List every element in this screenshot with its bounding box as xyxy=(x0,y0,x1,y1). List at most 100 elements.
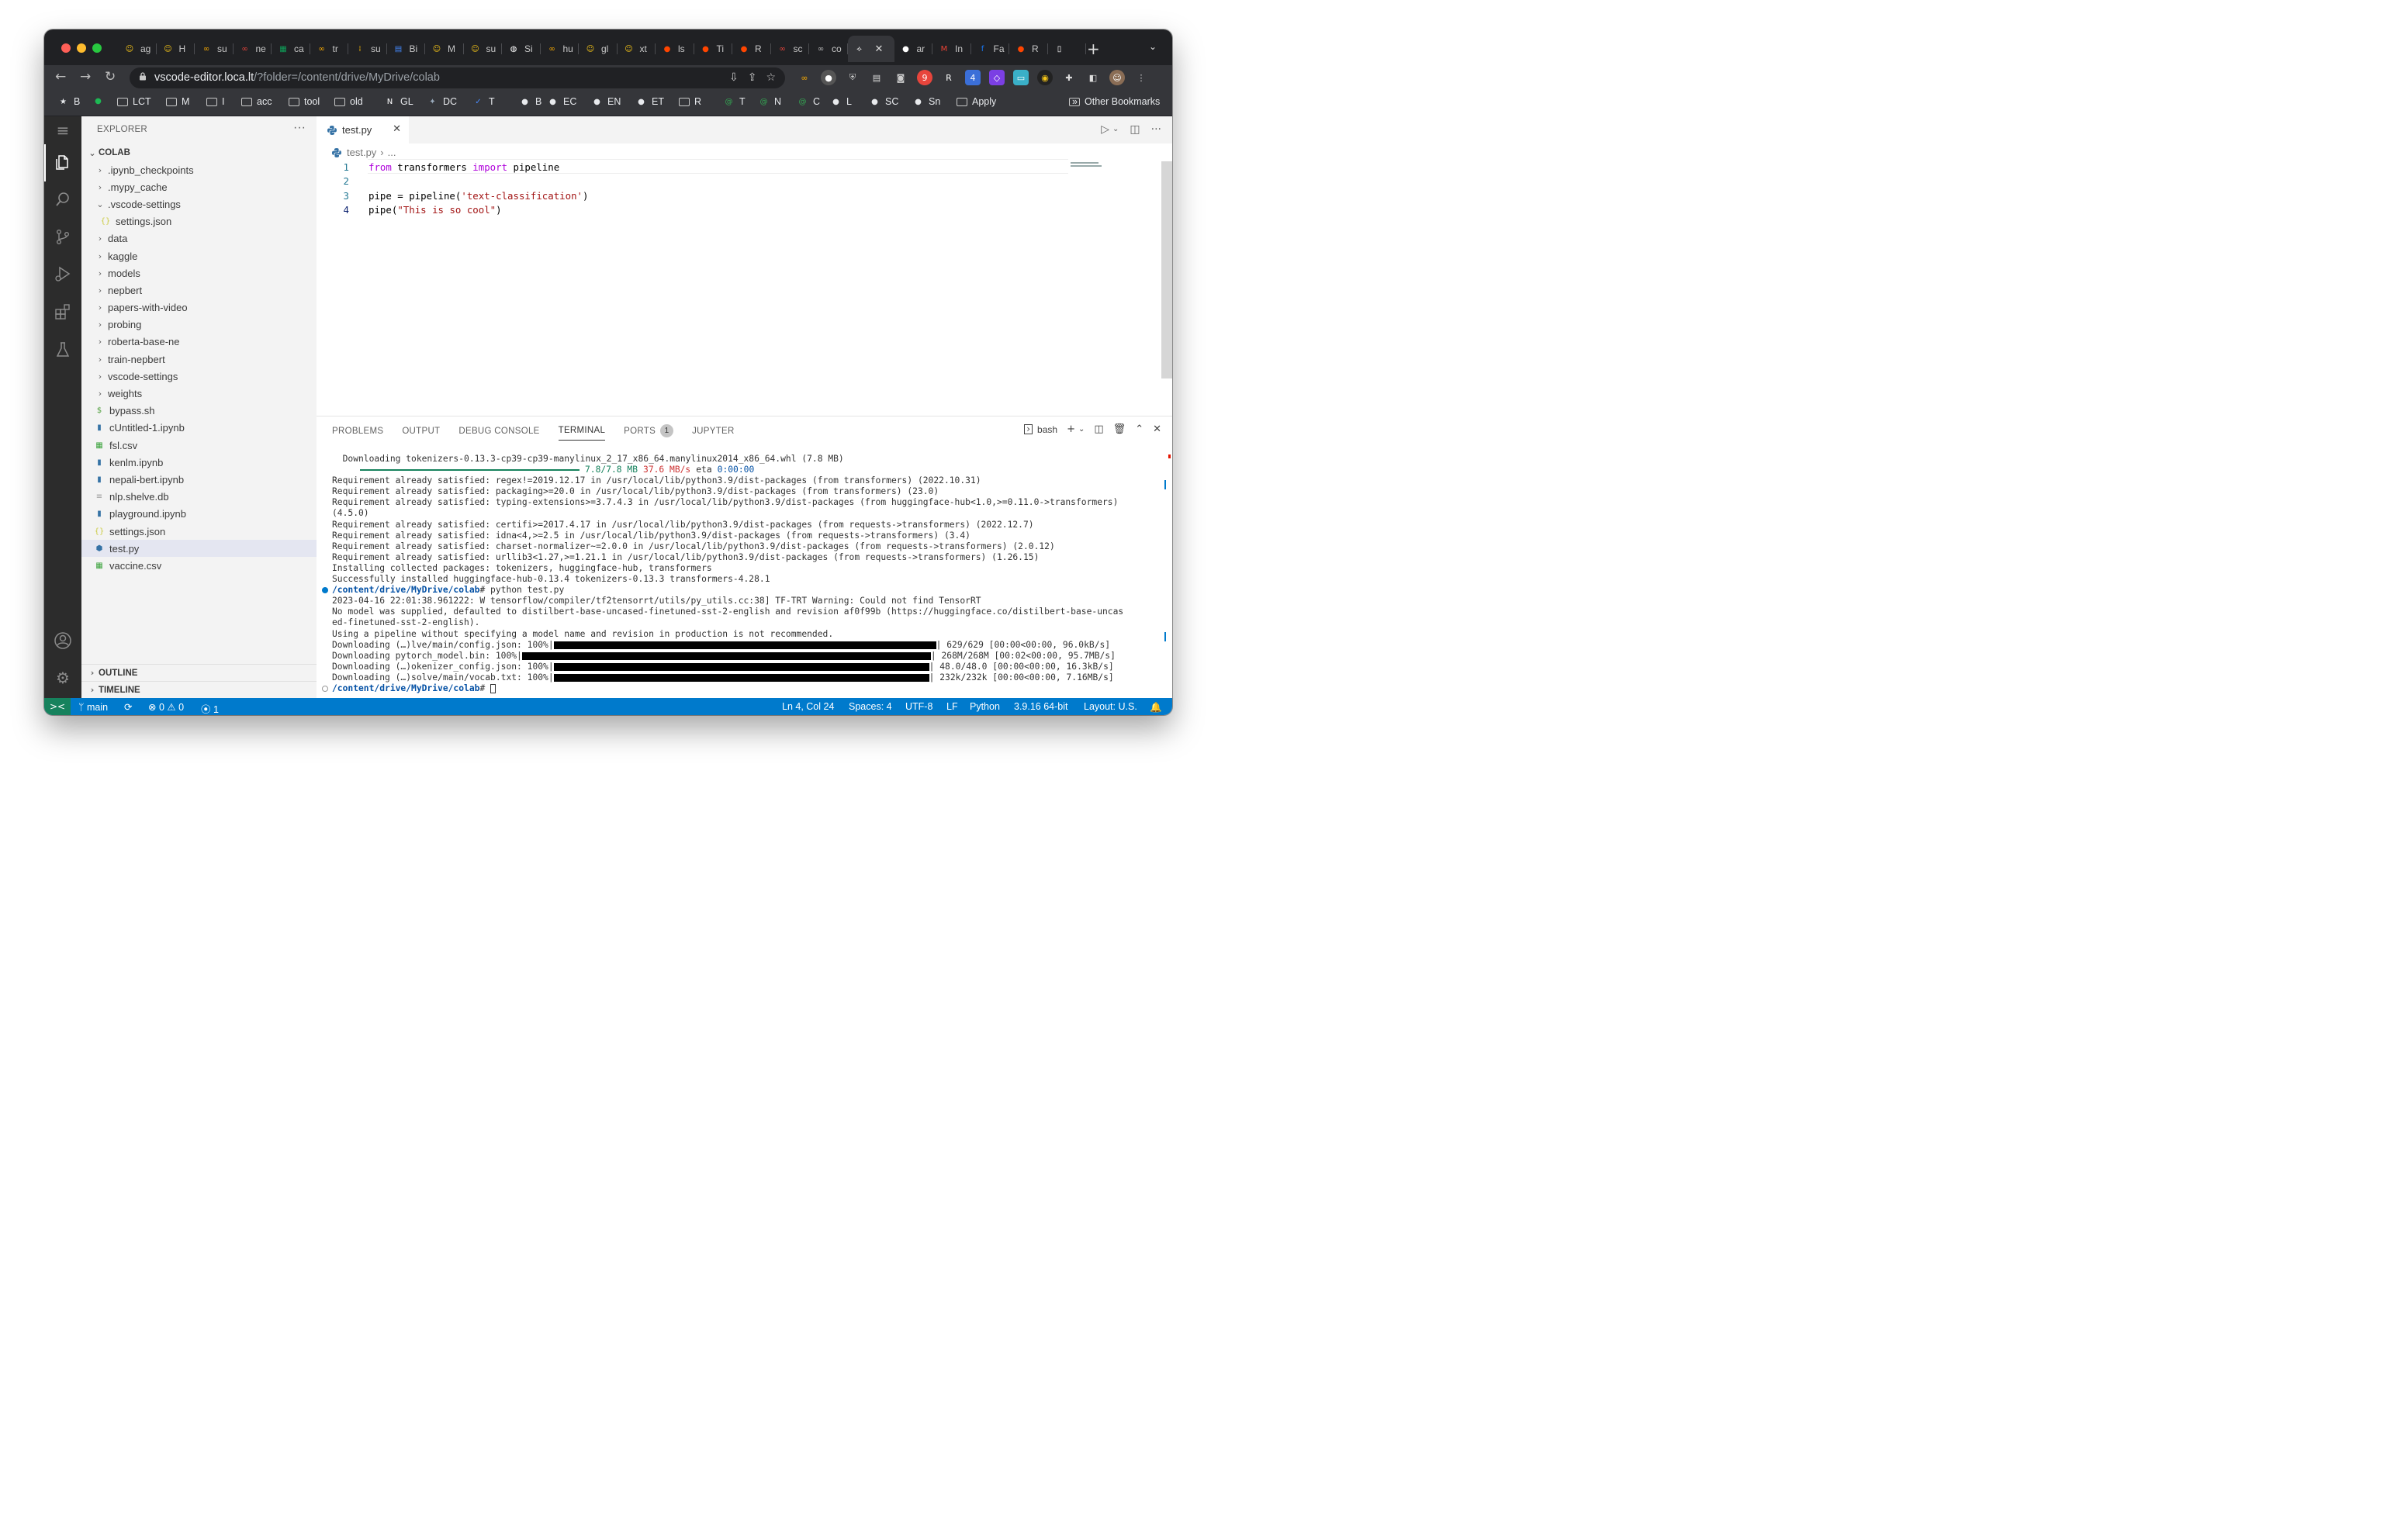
problems-indicator[interactable]: ⊗ 0 ⚠ 0 xyxy=(148,701,184,713)
browser-tab[interactable]: ∞ hu xyxy=(541,36,580,62)
explorer-files-icon[interactable] xyxy=(54,153,72,171)
share-icon[interactable]: ⇪ xyxy=(748,71,757,84)
cursor-position[interactable]: Ln 4, Col 24 xyxy=(782,701,834,712)
folder-item[interactable]: › .ipynb_checkpoints xyxy=(81,161,317,178)
r-extension-icon[interactable]: R xyxy=(941,70,957,85)
bookmark-item[interactable]: ● EN xyxy=(591,96,621,107)
bookmark-item[interactable]: ● L xyxy=(830,96,852,107)
bookmark-item[interactable]: M xyxy=(166,96,189,107)
settings-gear-icon[interactable]: ⚙ xyxy=(54,669,72,687)
side-panel-icon[interactable]: ◧ xyxy=(1085,70,1101,85)
language-mode[interactable]: Python xyxy=(970,701,1000,712)
bookmark-item[interactable]: ★ B xyxy=(57,96,80,107)
bookmark-item[interactable]: ● B xyxy=(519,96,541,107)
bookmark-item[interactable]: ✓ T xyxy=(472,96,494,107)
maximize-panel-chevron-up-icon[interactable]: ⌃ xyxy=(1135,423,1143,435)
notification-extension-icon[interactable]: 9 xyxy=(917,70,932,85)
browser-tab[interactable]: ∞ sc xyxy=(771,36,810,62)
timeline-section[interactable]: › TIMELINE xyxy=(81,681,317,698)
new-terminal-icon[interactable]: + xyxy=(1067,423,1075,435)
bookmark-item[interactable]: acc xyxy=(241,96,272,107)
install-app-icon[interactable]: ⇩ xyxy=(729,71,739,84)
file-item[interactable]: ▮ playground.ipynb xyxy=(81,506,317,523)
browser-tab[interactable]: f Fa xyxy=(971,36,1010,62)
browser-tab[interactable]: ☺ xt xyxy=(618,36,656,62)
cyan-extension-icon[interactable]: ▭ xyxy=(1013,70,1029,85)
bookmark-item[interactable]: ● SC xyxy=(869,96,898,107)
keyboard-layout[interactable]: Layout: U.S. xyxy=(1084,701,1137,712)
browser-tab[interactable]: ☺ ag xyxy=(118,36,157,62)
bookmark-item[interactable]: LCT xyxy=(117,96,151,107)
workspace-root[interactable]: ⌄ COLAB xyxy=(81,144,317,161)
bookmark-item[interactable]: ● Sn xyxy=(912,96,940,107)
source-control-icon[interactable] xyxy=(54,227,72,246)
close-window-button[interactable] xyxy=(61,43,71,53)
terminal-output[interactable]: Downloading tokenizers-0.13.3-cp39-cp39-… xyxy=(322,454,1162,694)
split-terminal-icon[interactable]: ◫ xyxy=(1094,423,1103,435)
new-tab-button[interactable]: + xyxy=(1087,40,1100,58)
address-bar[interactable]: vscode-editor.loca.lt/?folder=/content/d… xyxy=(130,67,785,88)
terminal-shell-label[interactable]: bash xyxy=(1037,424,1057,435)
bookmark-item[interactable]: tool xyxy=(289,96,320,107)
menu-icon[interactable]: ≡ xyxy=(54,121,72,140)
browser-menu-icon[interactable]: ⋮ xyxy=(1133,70,1149,85)
terminal-dropdown-chevron-icon[interactable]: ⌄ xyxy=(1078,425,1085,434)
calendar-extension-icon[interactable]: 4 xyxy=(965,70,981,85)
round-extension-icon[interactable]: ● xyxy=(821,70,836,85)
reload-icon[interactable]: ↻ xyxy=(105,69,116,85)
browser-tab[interactable]: ▯ xyxy=(1048,36,1087,62)
bookmark-item[interactable]: old xyxy=(334,96,363,107)
browser-tab[interactable]: ⁞ su xyxy=(348,36,387,62)
search-icon[interactable] xyxy=(54,190,72,209)
kill-terminal-trash-icon[interactable]: 🗑 xyxy=(1113,423,1126,435)
browser-tab[interactable]: ∞ ne xyxy=(234,36,272,62)
panel-tab-problems[interactable]: PROBLEMS xyxy=(332,424,383,441)
folder-item[interactable]: › probing xyxy=(81,316,317,334)
ports-indicator[interactable]: ⦿ 1 xyxy=(201,701,219,715)
browser-tab[interactable]: ☺ gl xyxy=(579,36,618,62)
folder-item[interactable]: ⌄ .vscode-settings xyxy=(81,195,317,213)
browser-tab[interactable]: ▦ ca xyxy=(272,36,310,62)
remote-indicator[interactable]: >< xyxy=(44,698,71,715)
code-line[interactable]: 3 pipe = pipeline('text-classification') xyxy=(317,190,1172,204)
document-extension-icon[interactable]: ▤ xyxy=(869,70,884,85)
folder-item[interactable]: › data xyxy=(81,230,317,247)
folder-item[interactable]: › weights xyxy=(81,385,317,402)
editor-scrollbar[interactable] xyxy=(1161,161,1172,378)
close-panel-icon[interactable]: ✕ xyxy=(1153,423,1161,435)
folder-item[interactable]: › nepbert xyxy=(81,282,317,299)
panel-tab-ports[interactable]: PORTS 1 xyxy=(624,424,674,441)
file-item[interactable]: ▮ nepali-bert.ipynb xyxy=(81,471,317,488)
bookmark-item[interactable]: ● xyxy=(92,96,109,106)
bookmark-item[interactable]: N GL xyxy=(384,96,413,107)
browser-tab[interactable]: ▤ Bi xyxy=(387,36,426,62)
run-python-icon[interactable]: ▷ xyxy=(1101,123,1109,136)
code-line[interactable]: 4 pipe("This is so cool") xyxy=(317,204,1172,218)
editor-tab-test-py[interactable]: test.py ✕ xyxy=(317,116,410,143)
browser-tab[interactable]: ⟡ ✕ xyxy=(847,36,894,62)
browser-tab[interactable]: ☺ M xyxy=(425,36,464,62)
browser-tab[interactable]: ∞ co xyxy=(809,36,848,62)
browser-tab[interactable]: ∞ tr xyxy=(310,36,349,62)
outline-section[interactable]: › OUTLINE xyxy=(81,664,317,681)
minimize-window-button[interactable] xyxy=(77,43,86,53)
colab-extension-icon[interactable]: ∞ xyxy=(797,70,812,85)
browser-tab[interactable]: ☺ H xyxy=(157,36,195,62)
file-item[interactable]: {} settings.json xyxy=(81,213,317,230)
folder-item[interactable]: › .mypy_cache xyxy=(81,178,317,195)
bookmark-item[interactable]: @ T xyxy=(723,96,746,107)
browser-tab[interactable]: ● R xyxy=(732,36,771,62)
color-wheel-icon[interactable]: ◉ xyxy=(1037,70,1053,85)
panel-tab-terminal[interactable]: TERMINAL xyxy=(558,424,606,441)
browser-tab[interactable]: ● ar xyxy=(894,36,933,62)
command-decoration-icon[interactable] xyxy=(322,587,328,594)
git-branch[interactable]: ᛘ main xyxy=(78,701,108,713)
file-item[interactable]: {} settings.json xyxy=(81,523,317,540)
file-item[interactable]: ≡ nlp.shelve.db xyxy=(81,489,317,506)
bookmark-item[interactable]: ✦ DC xyxy=(427,96,457,107)
profile-avatar[interactable]: ☺ xyxy=(1109,70,1125,85)
panel-tab-output[interactable]: OUTPUT xyxy=(402,424,440,441)
browser-tab[interactable]: ◍ Si xyxy=(502,36,541,62)
browser-tab[interactable]: ● R xyxy=(1009,36,1048,62)
bookmark-item[interactable]: Apply xyxy=(957,96,996,107)
